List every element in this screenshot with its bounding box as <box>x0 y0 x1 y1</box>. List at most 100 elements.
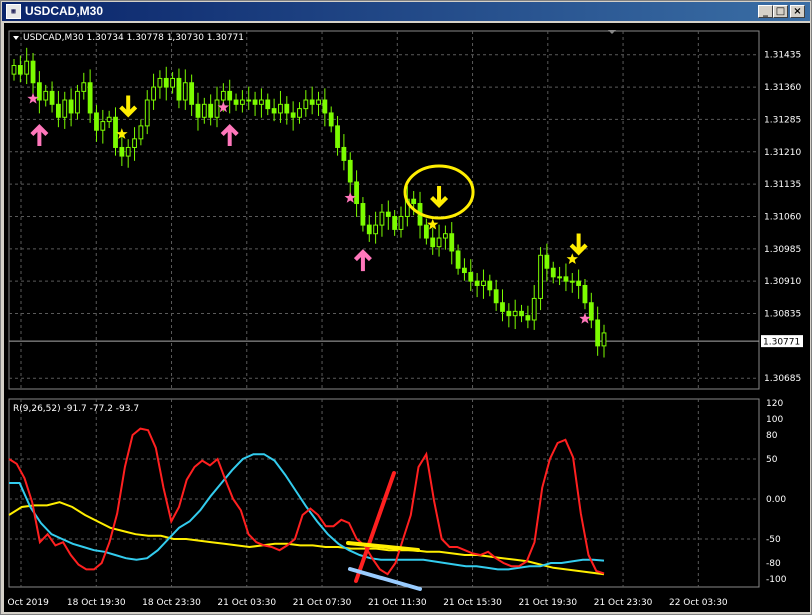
bear-candle <box>411 198 417 205</box>
sell-arrow-icon <box>119 95 138 118</box>
rsi-tick-label: 100 <box>766 415 783 425</box>
rsi-header: R(9,26,52) -91.7 -77.2 -93.7 <box>13 404 139 414</box>
bear-candle <box>94 112 99 131</box>
bull-candle <box>182 82 188 101</box>
bear-candle <box>163 77 169 88</box>
bear-candle <box>56 103 61 118</box>
y-tick-label: 1.31060 <box>764 212 801 222</box>
bear-candle <box>544 254 550 269</box>
bear-candle <box>347 159 353 183</box>
bear-candle <box>430 237 436 248</box>
chart-canvas[interactable]: 18 Oct 2019 18 Oct 19:30 18 Oct 23:30 21 Oc… <box>4 23 810 612</box>
rsi-fast-line <box>8 427 605 576</box>
y-tick-label: 1.30910 <box>764 277 801 287</box>
y-tick-label: 1.30685 <box>764 374 801 384</box>
rsi-tick-label: 120 <box>766 399 783 409</box>
bull-candle <box>601 332 607 347</box>
bull-candle <box>151 86 156 101</box>
bear-candle <box>328 112 334 127</box>
bear-candle <box>468 272 474 282</box>
bull-candle <box>75 90 80 114</box>
bear-candle <box>595 319 601 347</box>
bull-candle <box>239 99 245 105</box>
bear-candle <box>500 302 505 312</box>
bull-candle <box>214 99 220 118</box>
buy-arrow-icon <box>220 124 239 147</box>
bull-candle <box>144 99 150 127</box>
price-header: USDCAD,M30 1.30734 1.30778 1,30730 1.307… <box>23 33 244 43</box>
rsi-tick-label: 0.00 <box>766 495 786 505</box>
chart-shift-marker-icon <box>608 30 616 34</box>
current-price-label: 1.30771 <box>763 338 800 348</box>
bear-candle <box>176 77 182 101</box>
bear-candle <box>68 99 74 114</box>
bear-candle <box>423 224 429 239</box>
rsi-tick-label: -100 <box>766 575 787 585</box>
sell-arrow-icon <box>569 233 588 256</box>
dropdown-triangle-icon <box>13 36 19 40</box>
bear-candle <box>208 103 214 118</box>
bull-candle <box>220 90 226 101</box>
x-tick-label: 21 Oct 23:30 <box>594 598 653 608</box>
bull-candle <box>201 103 207 118</box>
bear-candle <box>189 82 195 105</box>
bear-candle <box>487 280 493 291</box>
title-bar[interactable]: ▦ USDCAD,M30 _ □ × <box>2 2 810 21</box>
bull-candle <box>481 280 486 286</box>
chart-area[interactable]: 18 Oct 2019 18 Oct 19:30 18 Oct 23:30 21 Oc… <box>4 23 810 612</box>
x-tick-label: 22 Oct 03:30 <box>669 598 728 608</box>
bull-candle <box>132 138 137 148</box>
x-tick-label: 21 Oct 07:30 <box>293 598 352 608</box>
x-tick-label: 18 Oct 2019 <box>4 598 49 608</box>
bull-candle <box>436 237 442 248</box>
bear-candle <box>36 82 42 101</box>
y-tick-label: 1.30835 <box>764 310 801 320</box>
sell-star-icon <box>566 253 578 264</box>
bear-candle <box>563 276 569 282</box>
bull-candle <box>24 60 30 75</box>
bull-candle <box>106 116 112 123</box>
bear-candle <box>493 289 499 304</box>
bear-candle <box>366 224 372 235</box>
close-button[interactable]: × <box>790 5 805 18</box>
x-tick-label: 21 Oct 11:30 <box>368 598 427 608</box>
x-tick-label: 21 Oct 03:30 <box>217 598 276 608</box>
bull-candle <box>170 77 176 88</box>
rsi-tick-label: -80 <box>766 559 781 569</box>
bull-candle <box>62 99 68 118</box>
bull-candle <box>297 108 302 118</box>
bull-candle <box>531 297 537 321</box>
maximize-button[interactable]: □ <box>773 5 788 18</box>
y-tick-label: 1.31360 <box>764 83 801 93</box>
bear-candle <box>525 315 531 321</box>
bear-candle <box>341 146 347 161</box>
bear-candle <box>455 250 461 269</box>
bull-candle <box>157 77 163 88</box>
bear-candle <box>576 280 582 286</box>
minimize-button[interactable]: _ <box>758 5 773 18</box>
bear-candle <box>335 125 340 148</box>
bull-candle <box>246 99 252 102</box>
bear-candle <box>233 99 239 105</box>
x-tick-label: 18 Oct 19:30 <box>67 598 126 608</box>
chart-window: ▦ USDCAD,M30 _ □ × 18 Oct 2019 18 Oct 19:… <box>0 0 812 615</box>
y-tick-label: 1.30985 <box>764 245 801 255</box>
bear-candle <box>506 310 512 317</box>
bear-candle <box>30 60 36 84</box>
bull-candle <box>442 233 448 239</box>
bear-candle <box>195 103 201 118</box>
x-tick-label: 21 Oct 15:30 <box>443 598 502 608</box>
bear-candle <box>87 82 93 114</box>
bear-candle <box>582 284 588 304</box>
y-tick-label: 1.31135 <box>764 180 801 190</box>
bear-candle <box>252 99 258 105</box>
bull-candle <box>138 125 144 140</box>
bull-candle <box>43 90 49 101</box>
window-title: USDCAD,M30 <box>25 4 104 18</box>
bull-candle <box>303 99 309 110</box>
bull-candle <box>398 215 404 230</box>
bull-candle <box>512 310 518 317</box>
bear-candle <box>550 267 556 278</box>
bull-candle <box>100 121 106 131</box>
bear-candle <box>474 280 480 286</box>
